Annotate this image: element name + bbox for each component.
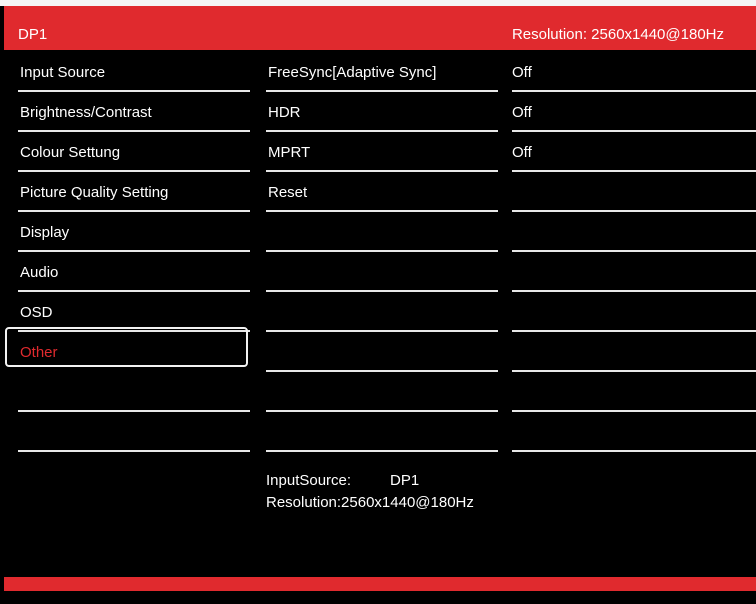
submenu-item-reset[interactable]: Reset xyxy=(266,172,498,212)
input-source-label: InputSource: xyxy=(266,472,352,489)
menu-item-label: OSD xyxy=(20,304,53,321)
input-source-line: InputSource: DP1 xyxy=(266,470,474,492)
menu-item-osd[interactable]: OSD xyxy=(18,292,250,332)
menu-item-display[interactable]: Display xyxy=(18,212,250,252)
selection-highlight xyxy=(5,327,248,367)
value-empty xyxy=(512,332,756,372)
submenu-item-label: HDR xyxy=(268,104,301,121)
menu-item-label: Input Source xyxy=(20,64,106,81)
value-empty xyxy=(512,252,756,292)
value-text: Off xyxy=(512,104,532,121)
value-empty xyxy=(512,212,756,252)
submenu-item-empty xyxy=(266,332,498,372)
footer-bar xyxy=(4,577,756,591)
submenu-item-empty xyxy=(266,212,498,252)
menu-item-input-source[interactable]: Input Source xyxy=(18,52,250,92)
submenu-item-empty xyxy=(266,412,498,452)
header-resolution: Resolution: 2560x1440@180Hz xyxy=(511,26,724,43)
main-menu: Input Source Brightness/Contrast Colour … xyxy=(18,52,250,452)
menu-item-empty xyxy=(18,372,250,412)
value-column: Off Off Off xyxy=(512,52,756,452)
menu-item-label: Audio xyxy=(20,264,59,281)
sub-menu: FreeSync[Adaptive Sync] HDR MPRT Reset xyxy=(266,52,498,452)
value-text: Off xyxy=(512,64,532,81)
input-source-value: DP1 xyxy=(390,472,420,489)
osd-screen: DP1 Resolution: 2560x1440@180Hz Input So… xyxy=(0,0,756,604)
submenu-item-label: FreeSync[Adaptive Sync] xyxy=(268,64,437,81)
value-text: Off xyxy=(512,144,532,161)
submenu-item-freesync[interactable]: FreeSync[Adaptive Sync] xyxy=(266,52,498,92)
value-hdr[interactable]: Off xyxy=(512,92,756,132)
value-freesync[interactable]: Off xyxy=(512,52,756,92)
submenu-item-hdr[interactable]: HDR xyxy=(266,92,498,132)
menu-item-label: Colour Settung xyxy=(20,144,121,161)
input-title: DP1 xyxy=(18,26,48,43)
submenu-item-label: MPRT xyxy=(268,144,311,161)
menu-item-label: Picture Quality Setting xyxy=(20,184,169,201)
value-empty xyxy=(512,292,756,332)
submenu-item-empty xyxy=(266,292,498,332)
value-empty xyxy=(512,412,756,452)
menu-item-brightness-contrast[interactable]: Brightness/Contrast xyxy=(18,92,250,132)
value-empty xyxy=(512,372,756,412)
submenu-item-empty xyxy=(266,372,498,412)
submenu-item-label: Reset xyxy=(268,184,308,201)
menu-item-audio[interactable]: Audio xyxy=(18,252,250,292)
menu-item-empty xyxy=(18,412,250,452)
input-info: InputSource: DP1 Resolution:2560x1440@180… xyxy=(266,470,474,514)
osd-header: DP1 Resolution: 2560x1440@180Hz xyxy=(4,6,756,50)
resolution-line: Resolution:2560x1440@180Hz xyxy=(266,494,474,511)
menu-item-picture-quality[interactable]: Picture Quality Setting xyxy=(18,172,250,212)
value-reset xyxy=(512,172,756,212)
menu-item-label: Brightness/Contrast xyxy=(20,104,152,121)
menu-item-label: Display xyxy=(20,224,70,241)
submenu-item-mprt[interactable]: MPRT xyxy=(266,132,498,172)
menu-item-colour-setting[interactable]: Colour Settung xyxy=(18,132,250,172)
submenu-item-empty xyxy=(266,252,498,292)
value-mprt[interactable]: Off xyxy=(512,132,756,172)
